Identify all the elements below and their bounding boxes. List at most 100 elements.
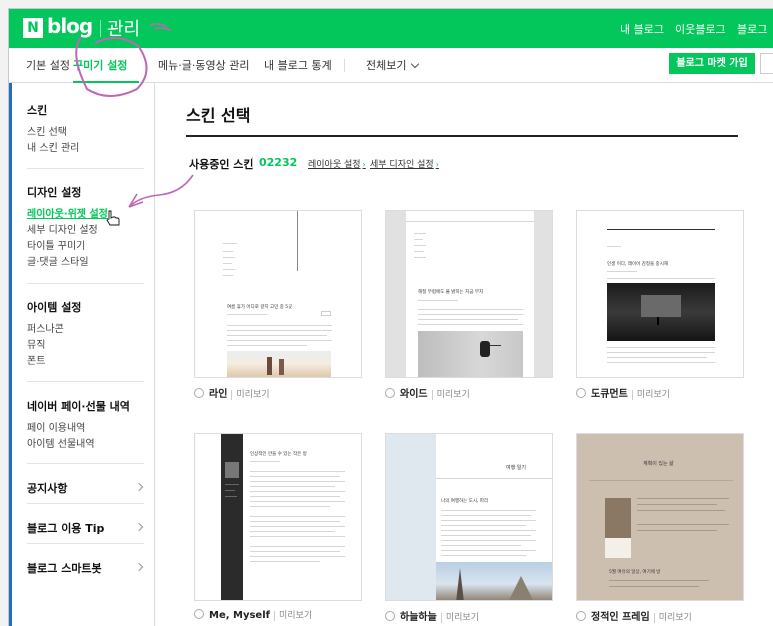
- sidebar-link-tips[interactable]: 블로그 이용 Tip: [27, 520, 104, 536]
- thumb-line: [637, 498, 729, 499]
- thumb-line: [406, 221, 534, 222]
- sidebar-item-pay-history[interactable]: 페이 이용내역: [27, 419, 85, 434]
- thumb-line: [441, 545, 521, 546]
- title-underline: [186, 135, 738, 137]
- radio-icon[interactable]: [194, 388, 204, 398]
- tab-decoration-settings[interactable]: 꾸미기 설정: [73, 57, 127, 73]
- neighbor-blog-link[interactable]: 이웃블로그: [675, 21, 726, 37]
- preview-link[interactable]: 미리보기: [231, 390, 270, 400]
- current-skin-label: 사용중인 스킨: [189, 158, 254, 171]
- tab-view-all[interactable]: 전체보기: [366, 57, 420, 73]
- sidebar-item-detail-design[interactable]: 세부 디자인 설정: [27, 221, 98, 236]
- layout-settings-link[interactable]: 레이아웃 설정 ›: [308, 157, 366, 170]
- thumb-line: [223, 263, 232, 264]
- thumb-line: [250, 521, 340, 522]
- preview-link[interactable]: 미리보기: [440, 613, 479, 623]
- skin-card-me-myself[interactable]: 인상적인 만들 수 있는 작은 방: [194, 433, 362, 601]
- thumb-line: [250, 491, 345, 492]
- preview-link[interactable]: 미리보기: [653, 613, 692, 623]
- sidebar-item-my-skin[interactable]: 내 스킨 관리: [27, 139, 79, 154]
- thumb-line: [607, 352, 715, 353]
- extra-button[interactable]: [760, 53, 773, 74]
- skin-card-static-frame[interactable]: 계획이 있는 삶 5월 여유의 일상, 여기에 방: [576, 433, 744, 601]
- skin-name: 라인: [209, 389, 228, 400]
- sidebar-item-personacon[interactable]: 퍼스나콘: [27, 320, 64, 335]
- blog-link[interactable]: 블로그: [737, 21, 767, 37]
- thumb-line: [250, 476, 340, 477]
- preview-link[interactable]: 미리보기: [274, 611, 313, 621]
- blog-logo[interactable]: blog: [47, 14, 93, 38]
- my-blog-link[interactable]: 내 블로그: [620, 21, 664, 37]
- thumb-line: [250, 486, 335, 487]
- thumb-line: [250, 496, 340, 497]
- sidebar-item-gift-history[interactable]: 아이템 선물내역: [27, 435, 95, 450]
- arrow-right-icon: ›: [435, 160, 439, 169]
- thumb-line: [637, 504, 717, 505]
- skin-caption-sky[interactable]: 하늘하늘 미리보기: [385, 608, 479, 623]
- thumb-line: [441, 525, 526, 526]
- main-content: 스킨 선택 사용중인 스킨 02232 레이아웃 설정 › 세부 디자인 설정 › …: [156, 83, 773, 626]
- thumb-line: [637, 530, 717, 531]
- tab-basic-settings[interactable]: 기본 설정: [26, 57, 70, 73]
- thumb-line: [414, 251, 424, 252]
- sidebar-item-font[interactable]: 폰트: [27, 352, 45, 367]
- thumb-line: [227, 340, 332, 341]
- skin-caption-wide[interactable]: 와이드 미리보기: [385, 385, 470, 400]
- thumb-line: [418, 300, 458, 301]
- sidebar-heading-skin: 스킨: [27, 104, 48, 117]
- thumb-light: [641, 295, 681, 317]
- thumb-line: [227, 325, 332, 326]
- sidebar-link-smartbot[interactable]: 블로그 스마트봇: [27, 560, 102, 576]
- thumb-line: [607, 246, 621, 247]
- thumb-post-title: 해질 무렵에도 불 밝히는 지금 부지: [418, 290, 484, 295]
- thumb-post-title: 5월 여유의 일상, 여기에 방: [609, 570, 661, 575]
- thumb-line: [223, 269, 235, 270]
- thumb-line: [250, 556, 345, 557]
- thumb-line: [441, 555, 526, 556]
- naver-logo-icon[interactable]: N: [23, 18, 43, 38]
- sidebar-item-post-style[interactable]: 글·댓글 스타일: [27, 253, 89, 268]
- tab-content-management[interactable]: 메뉴·글·동영상 관리: [158, 57, 249, 73]
- sidebar-item-music[interactable]: 뮤직: [27, 336, 45, 351]
- skin-card-sky[interactable]: 여행 일기 나의 여행하는 도시, 파리: [385, 433, 553, 601]
- thumb-line: [250, 561, 320, 562]
- skin-card-wide[interactable]: 해질 무렵에도 불 밝히는 지금 부지: [385, 210, 553, 378]
- radio-icon[interactable]: [194, 609, 204, 619]
- radio-icon[interactable]: [576, 388, 586, 398]
- thumb-button: [321, 311, 331, 316]
- preview-link[interactable]: 미리보기: [631, 390, 670, 400]
- sidebar-item-layout-widget[interactable]: 레이아웃·위젯 설정: [27, 205, 108, 220]
- thumb-line: [250, 461, 280, 462]
- radio-icon[interactable]: [385, 388, 395, 398]
- blog-market-join-button[interactable]: 블로그 마켓 가입: [669, 53, 755, 74]
- skin-name: 와이드: [400, 389, 428, 400]
- thumb-photo-paris: [436, 562, 552, 600]
- logo-divider: [100, 20, 101, 37]
- skin-card-line[interactable]: 여름 휴가 어디로 갈지 고민 중 5곳: [194, 210, 362, 378]
- skin-caption-document[interactable]: 도큐먼트 미리보기: [576, 385, 670, 400]
- skin-caption-line[interactable]: 라인 미리보기: [194, 385, 270, 400]
- radio-icon[interactable]: [576, 611, 586, 621]
- skin-card-document[interactable]: 인생 이다, 레이어 감정을 중시해: [576, 210, 744, 378]
- sidebar-item-title-decor[interactable]: 타이틀 꾸미기: [27, 237, 85, 252]
- thumb-line: [227, 330, 332, 331]
- detail-design-link[interactable]: 세부 디자인 설정 ›: [370, 157, 439, 170]
- thumb-figure: [657, 317, 659, 325]
- top-bar: N blog 관리 내 블로그 이웃블로그 블로그: [9, 9, 773, 48]
- chevron-right-icon: [134, 482, 144, 492]
- thumb-line: [250, 526, 345, 527]
- tab-blog-stats[interactable]: 내 블로그 통계: [264, 57, 332, 73]
- sidebar-link-notice[interactable]: 공지사항: [27, 480, 67, 496]
- radio-icon[interactable]: [385, 611, 395, 621]
- thumb-pyramid: [508, 576, 534, 600]
- thumb-post-title: 나의 여행하는 도시, 파리: [441, 499, 489, 504]
- thumb-photo: [605, 498, 631, 538]
- thumb-line: [250, 551, 340, 552]
- skin-caption-static-frame[interactable]: 정적인 프레임 미리보기: [576, 608, 692, 623]
- sidebar-item-skin-select[interactable]: 스킨 선택: [27, 123, 67, 138]
- preview-link[interactable]: 미리보기: [431, 390, 470, 400]
- admin-title[interactable]: 관리: [107, 15, 140, 41]
- thumb-line: [441, 515, 531, 516]
- skin-caption-me-myself[interactable]: Me, Myself 미리보기: [194, 608, 313, 621]
- thumb-line: [250, 546, 345, 547]
